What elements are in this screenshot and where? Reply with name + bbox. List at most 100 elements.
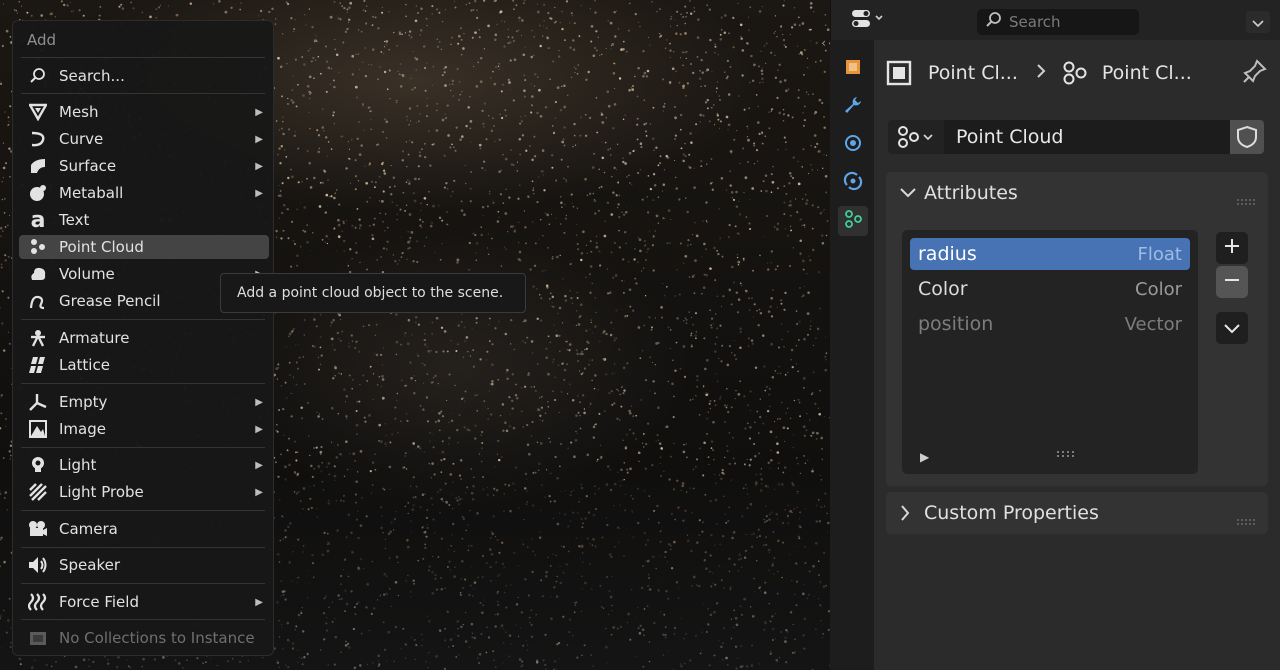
point-cloud-point: [677, 597, 680, 600]
point-cloud-point: [628, 88, 631, 92]
point-cloud-point: [782, 120, 785, 122]
point-cloud-point: [368, 64, 370, 66]
point-cloud-point: [444, 627, 446, 630]
point-cloud-point: [344, 558, 346, 560]
point-cloud-point: [0, 263, 3, 266]
point-cloud-point: [622, 392, 625, 395]
point-cloud-point: [686, 539, 690, 543]
point-cloud-point: [580, 258, 583, 262]
point-cloud-point: [351, 340, 354, 342]
point-cloud-point: [634, 277, 637, 280]
point-cloud-point: [460, 397, 463, 400]
point-cloud-point: [389, 97, 391, 100]
point-cloud-point: [470, 187, 472, 190]
point-cloud-point: [18, 1, 20, 3]
point-cloud-point: [677, 587, 680, 590]
point-cloud-point: [639, 357, 642, 360]
point-cloud-point: [413, 192, 415, 194]
point-cloud-point: [727, 123, 731, 127]
point-cloud-point: [795, 345, 798, 347]
point-cloud-point: [310, 464, 313, 468]
point-cloud-point: [643, 71, 647, 75]
point-cloud-point: [4, 491, 8, 494]
point-cloud-point: [330, 441, 333, 443]
point-cloud-point: [597, 209, 600, 212]
point-cloud-point: [295, 451, 297, 454]
point-cloud-point: [676, 269, 678, 271]
point-cloud-point: [809, 320, 812, 323]
point-cloud-point: [487, 418, 489, 420]
point-cloud-point: [546, 213, 550, 217]
point-cloud-point: [301, 417, 303, 420]
point-cloud-point: [823, 116, 825, 118]
point-cloud-point: [581, 654, 583, 657]
point-cloud-point: [741, 515, 744, 518]
point-cloud-point: [811, 391, 814, 394]
point-cloud-point: [409, 180, 411, 183]
point-cloud-point: [686, 244, 689, 247]
point-cloud-point: [705, 567, 708, 570]
point-cloud-point: [337, 223, 341, 227]
point-cloud-point: [682, 345, 686, 348]
point-cloud-point: [425, 535, 428, 538]
point-cloud-point: [758, 132, 761, 136]
point-cloud-point: [372, 223, 376, 226]
point-cloud-point: [714, 313, 717, 315]
point-cloud-point: [719, 99, 721, 101]
point-cloud-point: [651, 137, 655, 140]
point-cloud-point: [335, 456, 338, 459]
point-cloud-point: [631, 84, 635, 88]
point-cloud-point: [454, 566, 456, 568]
point-cloud-point: [519, 153, 521, 156]
point-cloud-point: [425, 236, 428, 239]
point-cloud-point: [773, 557, 776, 559]
point-cloud-point: [518, 16, 521, 20]
point-cloud-point: [405, 181, 408, 184]
point-cloud-point: [822, 633, 824, 635]
point-cloud-point: [313, 77, 315, 80]
point-cloud-point: [809, 6, 813, 9]
point-cloud-point: [468, 241, 471, 245]
point-cloud-point: [291, 89, 294, 92]
point-cloud-point: [542, 659, 545, 662]
point-cloud-point: [559, 581, 562, 585]
point-cloud-point: [312, 56, 315, 60]
point-cloud-point: [757, 324, 760, 327]
point-cloud-point: [665, 39, 668, 41]
point-cloud-point: [723, 420, 727, 424]
point-cloud-point: [769, 430, 773, 434]
point-cloud-point: [622, 118, 625, 120]
point-cloud-point: [271, 7, 274, 11]
point-cloud-point: [806, 597, 809, 600]
point-cloud-point: [723, 31, 727, 35]
point-cloud-point: [720, 29, 723, 31]
point-cloud-point: [784, 141, 787, 144]
point-cloud-point: [588, 363, 591, 366]
point-cloud-point: [690, 549, 693, 553]
point-cloud-point: [622, 157, 624, 159]
point-cloud-point: [735, 623, 739, 627]
point-cloud-point: [396, 204, 398, 207]
point-cloud-point: [685, 491, 688, 493]
point-cloud-point: [357, 601, 360, 604]
point-cloud-point: [732, 626, 735, 629]
point-cloud-point: [488, 324, 490, 326]
point-cloud-point: [709, 267, 712, 270]
point-cloud-point: [8, 147, 11, 150]
point-cloud-point: [796, 506, 798, 509]
point-cloud-point: [721, 344, 724, 347]
point-cloud-point: [408, 30, 412, 33]
point-cloud-point: [650, 326, 654, 329]
point-cloud-point: [682, 262, 685, 265]
point-cloud-point: [566, 393, 569, 395]
point-cloud-point: [728, 462, 731, 466]
point-cloud-point: [698, 77, 702, 81]
point-cloud-point: [388, 557, 391, 560]
point-cloud-point: [562, 571, 565, 574]
point-cloud-point: [382, 220, 385, 223]
point-cloud-point: [293, 242, 297, 246]
point-cloud-point: [570, 441, 573, 444]
point-cloud-point: [647, 36, 650, 38]
point-cloud-point: [500, 116, 504, 120]
point-cloud-point: [303, 206, 307, 209]
